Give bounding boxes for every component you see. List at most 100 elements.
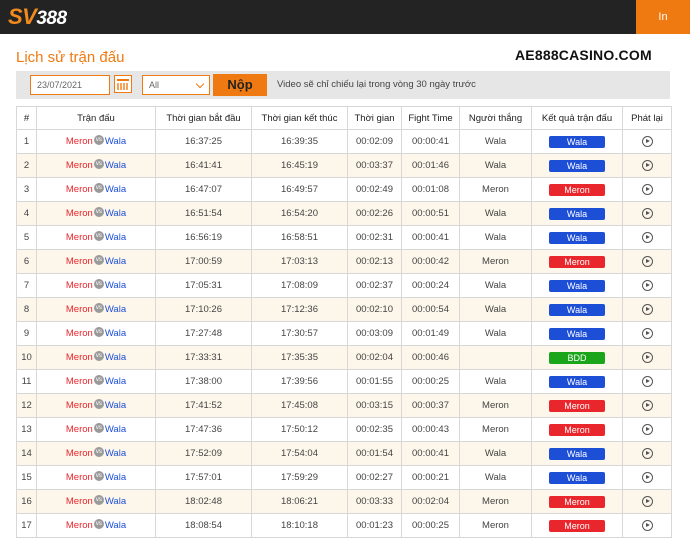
result-cell: Wala bbox=[531, 369, 623, 394]
duration: 00:02:27 bbox=[347, 465, 402, 490]
match-cell: Meron vs Wala bbox=[36, 177, 156, 202]
play-icon[interactable] bbox=[641, 135, 653, 147]
table-row: 7 Meron vs Wala 17:05:31 17:08:09 00:02:37 00:0… bbox=[16, 273, 672, 298]
replay-cell bbox=[622, 513, 672, 538]
top-bar: SV388 In bbox=[0, 0, 690, 34]
result-cell: Wala bbox=[531, 273, 623, 298]
play-icon[interactable] bbox=[641, 279, 653, 291]
play-icon[interactable] bbox=[641, 471, 653, 483]
play-icon[interactable] bbox=[641, 351, 653, 363]
sv388-logo[interactable]: SV388 bbox=[8, 5, 67, 30]
replay-note: Video sẽ chỉ chiếu lại trong vòng 30 ngà… bbox=[277, 79, 476, 90]
match-cell: Meron vs Wala bbox=[36, 153, 156, 178]
row-number: 2 bbox=[16, 153, 37, 178]
table-row: 9 Meron vs Wala 17:27:48 17:30:57 00:03:09 00:0… bbox=[16, 321, 672, 346]
result-cell: Wala bbox=[531, 465, 623, 490]
match-cell: Meron vs Wala bbox=[36, 129, 156, 154]
vs-icon: vs bbox=[93, 495, 104, 506]
duration: 00:02:10 bbox=[347, 297, 402, 322]
team-meron: Meron bbox=[65, 496, 93, 507]
duration: 00:03:37 bbox=[347, 153, 402, 178]
match-cell: Meron vs Wala bbox=[36, 345, 156, 370]
brand-watermark: AE888CASINO.COM bbox=[515, 47, 652, 63]
result-badge: Meron bbox=[549, 399, 605, 412]
replay-cell bbox=[622, 273, 672, 298]
fight-time: 00:00:21 bbox=[401, 465, 460, 490]
play-icon[interactable] bbox=[641, 399, 653, 411]
play-icon[interactable] bbox=[641, 231, 653, 243]
replay-cell bbox=[622, 201, 672, 226]
table-row: 6 Meron vs Wala 17:00:59 17:03:13 00:02:13 00:0… bbox=[16, 249, 672, 274]
team-wala: Wala bbox=[104, 424, 127, 435]
match-cell: Meron vs Wala bbox=[36, 369, 156, 394]
table-row: 1 Meron vs Wala 16:37:25 16:39:35 00:02:09 00:0… bbox=[16, 129, 672, 154]
winner: Meron bbox=[459, 417, 532, 442]
end-time: 18:06:21 bbox=[251, 489, 348, 514]
winner: Wala bbox=[459, 225, 532, 250]
play-icon[interactable] bbox=[641, 159, 653, 171]
replay-cell bbox=[622, 417, 672, 442]
vs-icon: vs bbox=[93, 303, 104, 314]
replay-cell bbox=[622, 129, 672, 154]
duration: 00:02:26 bbox=[347, 201, 402, 226]
match-cell: Meron vs Wala bbox=[36, 297, 156, 322]
play-icon[interactable] bbox=[641, 207, 653, 219]
play-icon[interactable] bbox=[641, 255, 653, 267]
end-time: 17:03:13 bbox=[251, 249, 348, 274]
play-icon[interactable] bbox=[641, 327, 653, 339]
result-cell: Meron bbox=[531, 513, 623, 538]
replay-cell bbox=[622, 177, 672, 202]
winner: Wala bbox=[459, 273, 532, 298]
filter-select[interactable]: All bbox=[142, 75, 210, 95]
replay-cell bbox=[622, 393, 672, 418]
team-meron: Meron bbox=[65, 472, 93, 483]
start-time: 17:10:26 bbox=[155, 297, 252, 322]
match-cell: Meron vs Wala bbox=[36, 489, 156, 514]
column-header-replay: Phát lại bbox=[622, 106, 672, 130]
play-icon[interactable] bbox=[641, 519, 653, 531]
team-meron: Meron bbox=[65, 232, 93, 243]
row-number: 13 bbox=[16, 417, 37, 442]
start-time: 18:02:48 bbox=[155, 489, 252, 514]
fight-time: 00:00:37 bbox=[401, 393, 460, 418]
table-row: 8 Meron vs Wala 17:10:26 17:12:36 00:02:10 00:0… bbox=[16, 297, 672, 322]
team-wala: Wala bbox=[104, 520, 127, 531]
start-time: 17:47:36 bbox=[155, 417, 252, 442]
row-number: 15 bbox=[16, 465, 37, 490]
start-time: 17:52:09 bbox=[155, 441, 252, 466]
table-row: 11 Meron vs Wala 17:38:00 17:39:56 00:01:55 00:… bbox=[16, 369, 672, 394]
result-badge: Wala bbox=[549, 471, 605, 484]
submit-button[interactable]: Nộp bbox=[213, 74, 267, 96]
team-meron: Meron bbox=[65, 376, 93, 387]
play-icon[interactable] bbox=[641, 183, 653, 195]
login-button[interactable]: In bbox=[636, 0, 690, 34]
row-number: 4 bbox=[16, 201, 37, 226]
team-wala: Wala bbox=[104, 208, 127, 219]
date-input[interactable]: 23/07/2021 bbox=[30, 75, 110, 95]
table-row: 15 Meron vs Wala 17:57:01 17:59:29 00:02:27 00:… bbox=[16, 465, 672, 490]
play-icon[interactable] bbox=[641, 375, 653, 387]
vs-icon: vs bbox=[93, 231, 104, 242]
result-badge: Meron bbox=[549, 519, 605, 532]
play-icon[interactable] bbox=[641, 495, 653, 507]
table-row: 17 Meron vs Wala 18:08:54 18:10:18 00:01:23 00:… bbox=[16, 513, 672, 538]
end-time: 17:30:57 bbox=[251, 321, 348, 346]
winner bbox=[459, 345, 532, 370]
result-badge: Wala bbox=[549, 207, 605, 220]
replay-cell bbox=[622, 153, 672, 178]
end-time: 17:45:08 bbox=[251, 393, 348, 418]
start-time: 16:56:19 bbox=[155, 225, 252, 250]
duration: 00:01:54 bbox=[347, 441, 402, 466]
start-time: 16:51:54 bbox=[155, 201, 252, 226]
play-icon[interactable] bbox=[641, 303, 653, 315]
play-icon[interactable] bbox=[641, 423, 653, 435]
play-icon[interactable] bbox=[641, 447, 653, 459]
calendar-icon[interactable] bbox=[114, 75, 132, 93]
team-wala: Wala bbox=[104, 136, 127, 147]
team-wala: Wala bbox=[104, 304, 127, 315]
row-number: 10 bbox=[16, 345, 37, 370]
duration: 00:01:23 bbox=[347, 513, 402, 538]
fight-time: 00:02:04 bbox=[401, 489, 460, 514]
start-time: 17:38:00 bbox=[155, 369, 252, 394]
team-meron: Meron bbox=[65, 184, 93, 195]
